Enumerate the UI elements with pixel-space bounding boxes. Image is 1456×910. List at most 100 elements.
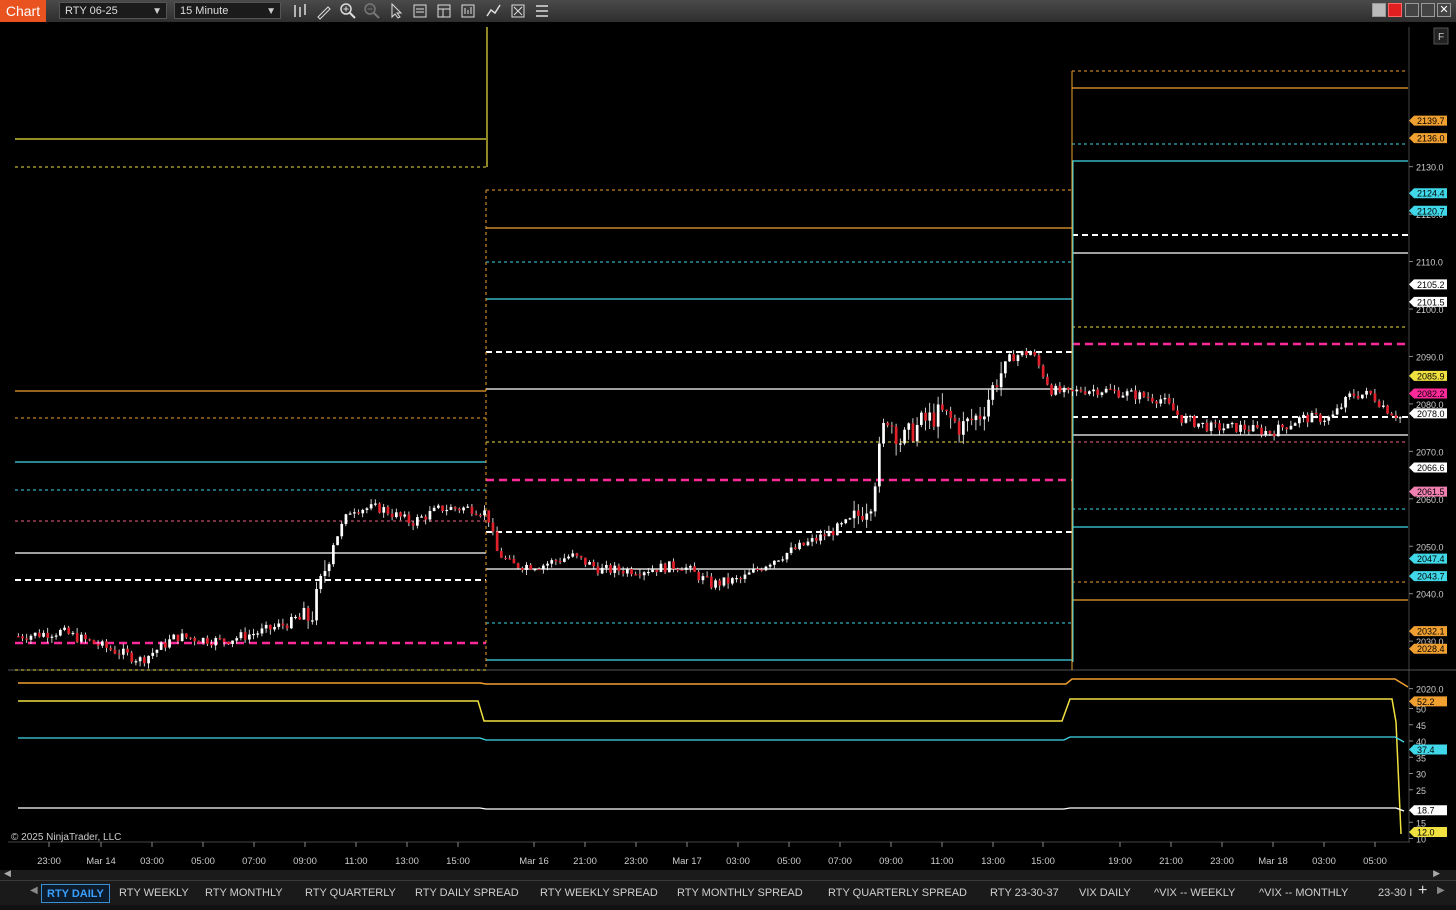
price-label-text: 2105.2 — [1417, 280, 1445, 290]
instrument-selector[interactable]: RTY 06-25 ▼ — [59, 2, 167, 19]
candle-body — [1184, 416, 1188, 423]
candle-body — [399, 512, 402, 517]
tab-scroll-right-icon[interactable]: ▶ — [1437, 885, 1445, 896]
tab-rty-weekly[interactable]: RTY WEEKLY — [114, 884, 194, 903]
candle-body — [684, 567, 688, 570]
candle-body — [789, 547, 793, 553]
candle-body — [130, 652, 134, 662]
candle-body — [878, 443, 881, 487]
tab-rty-23-30-37[interactable]: RTY 23-30-37 — [985, 884, 1064, 903]
draw-pencil-icon[interactable] — [315, 2, 333, 20]
tab-rty-monthly[interactable]: RTY MONTHLY — [200, 884, 288, 903]
tab-vix-weekly[interactable]: ^VIX -- WEEKLY — [1149, 884, 1240, 903]
candle-body — [1209, 422, 1213, 432]
price-tick: 2020.0 — [1416, 685, 1444, 695]
candle-body — [92, 640, 96, 644]
scroll-left-icon[interactable]: ◀ — [4, 868, 11, 879]
zoom-in-icon[interactable] — [339, 2, 357, 20]
candle-body — [605, 565, 608, 568]
chart-panel[interactable]: 2130.02120.02110.02100.02090.02080.02070… — [0, 22, 1456, 870]
tab-vix-daily[interactable]: VIX DAILY — [1074, 884, 1136, 903]
candle-body — [361, 509, 365, 514]
indicators-icon[interactable] — [485, 2, 503, 20]
candle-body — [735, 578, 738, 580]
candle-body — [357, 512, 360, 514]
candle-body — [861, 515, 864, 520]
candle-body — [1159, 399, 1163, 404]
tab-23-30-i[interactable]: 23-30 I — [1373, 884, 1417, 903]
candle-body — [928, 412, 932, 421]
candle-body — [1113, 389, 1116, 391]
candle-body — [424, 516, 428, 520]
candle-body — [899, 443, 902, 445]
candle-body — [340, 523, 344, 537]
candle-body — [630, 569, 633, 575]
candle-body — [668, 561, 671, 573]
candle-body — [563, 558, 566, 562]
candle-body — [298, 616, 302, 620]
menu-list-icon[interactable] — [533, 2, 551, 20]
candle-body — [185, 633, 188, 638]
close-red-icon[interactable] — [1388, 3, 1402, 17]
maximize-icon[interactable] — [1421, 3, 1435, 17]
tab-rty-quarterly-spread[interactable]: RTY QUARTERLY SPREAD — [823, 884, 972, 903]
candle-body — [483, 510, 486, 516]
tab-vix-monthly[interactable]: ^VIX -- MONTHLY — [1254, 884, 1353, 903]
candle-body — [546, 563, 549, 566]
time-tick: 03:00 — [1312, 856, 1336, 867]
data-box-icon[interactable] — [459, 2, 477, 20]
bar-type-icon[interactable] — [291, 2, 309, 20]
zoom-out-icon[interactable] — [363, 2, 381, 20]
candle-body — [1088, 391, 1091, 394]
chevron-down-icon[interactable]: ▼ — [266, 3, 276, 20]
properties-icon[interactable] — [411, 2, 429, 20]
candle-body — [932, 412, 936, 427]
chevron-down-icon[interactable]: ▼ — [152, 3, 162, 20]
candle-body — [1247, 429, 1251, 432]
pointer-icon[interactable] — [387, 2, 405, 20]
candle-body — [869, 511, 873, 514]
candle-body — [369, 504, 373, 509]
tab-scroll-left-icon[interactable]: ◀ — [30, 885, 38, 896]
horizontal-scrollbar[interactable]: ◀ ▶ — [0, 868, 1456, 880]
candle-body — [1193, 415, 1196, 427]
tab-rty-quarterly[interactable]: RTY QUARTERLY — [300, 884, 401, 903]
strategies-icon[interactable] — [509, 2, 527, 20]
candle-body — [332, 545, 335, 565]
candle-body — [966, 418, 969, 422]
restore-icon[interactable] — [1372, 3, 1386, 17]
time-tick: 13:00 — [395, 856, 419, 867]
scroll-right-icon[interactable]: ▶ — [1433, 868, 1440, 879]
time-tick: 15:00 — [1031, 856, 1055, 867]
candle-body — [945, 409, 948, 412]
candle-body — [428, 511, 432, 520]
tab-rty-monthly-spread[interactable]: RTY MONTHLY SPREAD — [672, 884, 808, 903]
candle-body — [852, 510, 856, 519]
candle-body — [773, 560, 776, 565]
template-icon[interactable] — [435, 2, 453, 20]
time-tick: 03:00 — [140, 856, 164, 867]
candle-body — [970, 418, 974, 421]
candle-body — [315, 589, 318, 621]
tab-rty-daily-spread[interactable]: RTY DAILY SPREAD — [410, 884, 524, 903]
candle-body — [290, 616, 293, 629]
candle-body — [1041, 365, 1045, 377]
interval-selector[interactable]: 15 Minute ▼ — [174, 2, 281, 19]
candle-body — [705, 576, 709, 578]
tab-rty-daily[interactable]: RTY DAILY — [41, 884, 110, 903]
time-tick: 05:00 — [1363, 856, 1387, 867]
close-icon[interactable]: ✕ — [1437, 3, 1451, 17]
minimize-icon[interactable] — [1405, 3, 1419, 17]
candle-body — [214, 638, 218, 646]
price-chart[interactable]: 2130.02120.02110.02100.02090.02080.02070… — [0, 22, 1456, 870]
tab-rty-weekly-spread[interactable]: RTY WEEKLY SPREAD — [535, 884, 663, 903]
price-tick: 2070.0 — [1416, 447, 1444, 457]
price-label-text: 2082.2 — [1417, 389, 1445, 399]
candle-body — [1079, 389, 1083, 392]
add-tab-icon[interactable]: + — [1418, 882, 1427, 900]
price-tick: 2040.0 — [1416, 590, 1444, 600]
candle-body — [126, 648, 129, 653]
candle-body — [987, 399, 990, 417]
candle-body — [21, 636, 24, 639]
candle-body — [571, 553, 575, 557]
